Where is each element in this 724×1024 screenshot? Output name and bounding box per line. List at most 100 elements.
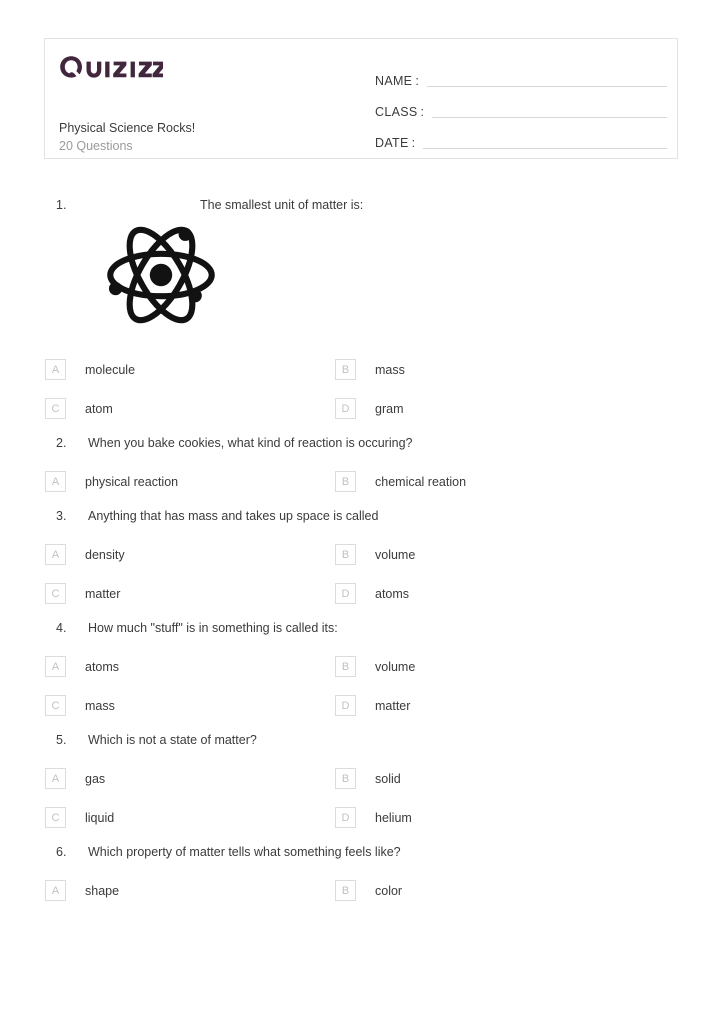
answer-option-row: A atoms B volume	[0, 647, 724, 686]
answer-option[interactable]: B solid	[318, 759, 648, 798]
answer-option[interactable]: C matter	[0, 574, 318, 613]
question-header: 6. Which property of matter tells what s…	[0, 843, 724, 861]
question-block: 5. Which is not a state of matter? A gas…	[0, 731, 724, 837]
option-letter: A	[45, 359, 66, 380]
option-letter: A	[45, 768, 66, 789]
answer-option[interactable]: C mass	[0, 686, 318, 725]
quiz-title: Physical Science Rocks!	[59, 121, 196, 135]
option-text: matter	[85, 586, 121, 601]
name-field-colon: :	[415, 74, 419, 88]
answer-option[interactable]: C liquid	[0, 798, 318, 837]
question-header: 2. When you bake cookies, what kind of r…	[0, 434, 724, 452]
answer-option-row: A shape B color	[0, 871, 724, 910]
option-letter: B	[335, 768, 356, 789]
question-number: 4.	[56, 621, 67, 635]
question-number: 2.	[56, 436, 67, 450]
question-text: Anything that has mass and takes up spac…	[88, 509, 379, 523]
option-letter: C	[45, 807, 66, 828]
question-number: 5.	[56, 733, 67, 747]
option-letter: A	[45, 471, 66, 492]
date-field-row: DATE :	[375, 121, 667, 152]
question-image	[0, 216, 724, 334]
option-letter: B	[335, 359, 356, 380]
option-letter: C	[45, 398, 66, 419]
atom-electron	[108, 281, 123, 296]
name-field-label: NAME	[375, 74, 413, 88]
answer-option[interactable]: D matter	[318, 686, 648, 725]
answer-options: A atoms B volume C mass D matter	[0, 647, 724, 725]
date-input-line[interactable]	[423, 147, 667, 149]
answer-options: A density B volume C matter D atoms	[0, 535, 724, 613]
class-input-line[interactable]	[431, 116, 667, 118]
option-letter: B	[335, 656, 356, 677]
name-input-line[interactable]	[426, 85, 667, 87]
answer-options: A physical reaction B chemical reation	[0, 462, 724, 501]
header-left-panel: Physical Science Rocks! 20 Questions	[59, 51, 359, 155]
answer-option-row: A molecule B mass	[0, 350, 724, 389]
answer-option[interactable]: B volume	[318, 647, 648, 686]
answer-option[interactable]: D helium	[318, 798, 648, 837]
question-text: When you bake cookies, what kind of reac…	[88, 436, 413, 450]
option-text: liquid	[85, 810, 115, 825]
question-header: 4. How much "stuff" is in something is c…	[0, 619, 724, 637]
answer-option[interactable]: C atom	[0, 389, 318, 428]
answer-option-row: C matter D atoms	[0, 574, 724, 613]
question-number: 6.	[56, 845, 67, 859]
option-text: shape	[85, 883, 120, 898]
question-block: 1. The smallest unit of matter is: A mol…	[0, 196, 724, 428]
question-block: 4. How much "stuff" is in something is c…	[0, 619, 724, 725]
answer-option-row: A gas B solid	[0, 759, 724, 798]
answer-option[interactable]: B color	[318, 871, 648, 910]
answer-option[interactable]: A molecule	[0, 350, 318, 389]
answer-option[interactable]: B chemical reation	[318, 462, 648, 501]
answer-options: A shape B color	[0, 871, 724, 910]
question-number: 1.	[56, 198, 67, 212]
atom-electron	[178, 227, 192, 241]
question-header: 1. The smallest unit of matter is:	[0, 196, 724, 214]
option-text: color	[375, 883, 403, 898]
option-text: mass	[85, 698, 115, 713]
option-text: atoms	[85, 659, 120, 674]
question-text: Which property of matter tells what some…	[88, 845, 401, 859]
answer-option[interactable]: B mass	[318, 350, 648, 389]
answer-option-row: C atom D gram	[0, 389, 724, 428]
option-text: helium	[375, 810, 412, 825]
question-number: 3.	[56, 509, 67, 523]
question-block: 3. Anything that has mass and takes up s…	[0, 507, 724, 613]
question-text: The smallest unit of matter is:	[200, 198, 364, 212]
option-text: volume	[375, 547, 416, 562]
answer-option[interactable]: B volume	[318, 535, 648, 574]
answer-option[interactable]: D atoms	[318, 574, 648, 613]
answer-option-row: C mass D matter	[0, 686, 724, 725]
question-text: How much "stuff" is in something is call…	[88, 621, 338, 635]
option-text: solid	[375, 771, 401, 786]
answer-option[interactable]: D gram	[318, 389, 648, 428]
answer-option[interactable]: A atoms	[0, 647, 318, 686]
question-text: Which is not a state of matter?	[88, 733, 257, 747]
option-letter: A	[45, 656, 66, 677]
answer-option[interactable]: A density	[0, 535, 318, 574]
date-field-colon: :	[411, 136, 416, 150]
answer-option[interactable]: A physical reaction	[0, 462, 318, 501]
option-text: volume	[375, 659, 416, 674]
question-header: 5. Which is not a state of matter?	[0, 731, 724, 749]
class-field-row: CLASS :	[375, 90, 667, 121]
class-field-colon: :	[420, 105, 424, 119]
answer-options: A gas B solid C liquid D helium	[0, 759, 724, 837]
class-field-label: CLASS	[375, 105, 418, 119]
answer-option[interactable]: A shape	[0, 871, 318, 910]
option-text: gram	[375, 401, 404, 416]
answer-option[interactable]: A gas	[0, 759, 318, 798]
option-letter: B	[335, 471, 356, 492]
option-letter: D	[335, 583, 356, 604]
quiz-header-card: Physical Science Rocks! 20 Questions NAM…	[44, 38, 678, 159]
answer-option-row: A density B volume	[0, 535, 724, 574]
option-letter: A	[45, 880, 66, 901]
option-letter: D	[335, 807, 356, 828]
answer-option-row: A physical reaction B chemical reation	[0, 462, 724, 501]
question-block: 6. Which property of matter tells what s…	[0, 843, 724, 910]
atom-illustration-icon	[107, 226, 215, 324]
option-text: molecule	[85, 362, 136, 377]
option-text: matter	[375, 698, 411, 713]
student-info-fields: NAME : CLASS : DATE :	[375, 59, 667, 152]
